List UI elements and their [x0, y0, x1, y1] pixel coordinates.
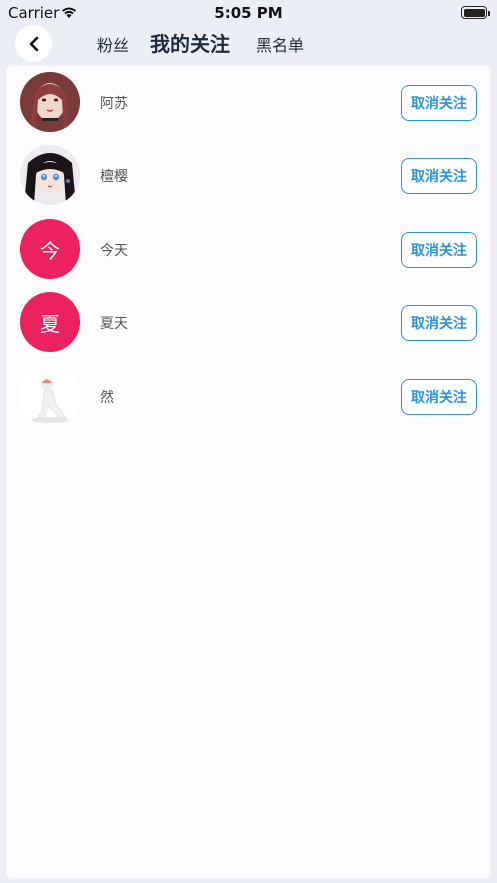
avatar-photo: [20, 72, 80, 132]
back-button[interactable]: [15, 25, 52, 62]
list-item[interactable]: 今 今天 取消关注: [6, 213, 491, 279]
list-item[interactable]: 阿苏 取消关注: [6, 66, 491, 132]
avatar[interactable]: [20, 145, 80, 205]
user-name: 檀樱: [100, 169, 128, 185]
avatar-photo: [20, 145, 80, 205]
user-name: 阿苏: [100, 96, 128, 112]
list-item[interactable]: 然 取消关注: [6, 360, 491, 426]
unfollow-button[interactable]: 取消关注: [401, 158, 477, 194]
top-nav: 粉丝 我的关注 黑名单: [0, 24, 497, 62]
battery-icon: [461, 6, 490, 19]
avatar[interactable]: [20, 72, 80, 132]
unfollow-button[interactable]: 取消关注: [401, 232, 477, 268]
user-name: 夏天: [100, 316, 128, 332]
user-name: 然: [100, 390, 114, 406]
following-list: 阿苏 取消关注 檀樱 取消关注 今 今天 取消关注 夏 夏天 取消关注 然 取消…: [6, 66, 491, 878]
unfollow-button[interactable]: 取消关注: [401, 305, 477, 341]
tab-blacklist[interactable]: 黑名单: [256, 32, 304, 56]
unfollow-button[interactable]: 取消关注: [401, 379, 477, 415]
list-item[interactable]: 檀樱 取消关注: [6, 139, 491, 205]
list-item[interactable]: 夏 夏天 取消关注: [6, 286, 491, 352]
tab-fans[interactable]: 粉丝: [97, 32, 129, 56]
status-bar: Carrier 5:05 PM: [0, 0, 497, 26]
user-name: 今天: [100, 243, 128, 259]
avatar[interactable]: 夏: [20, 292, 80, 352]
chevron-left-icon: [29, 36, 38, 51]
avatar[interactable]: [20, 366, 80, 426]
avatar-photo: [20, 366, 80, 426]
tab-following[interactable]: 我的关注: [150, 28, 230, 57]
unfollow-button[interactable]: 取消关注: [401, 85, 477, 121]
avatar[interactable]: 今: [20, 219, 80, 279]
status-time: 5:05 PM: [214, 4, 283, 22]
